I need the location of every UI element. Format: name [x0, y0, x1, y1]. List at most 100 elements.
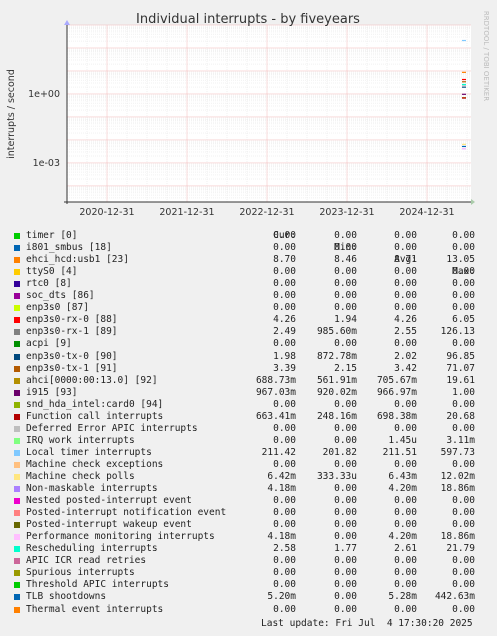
legend-cur-value: 0.00: [273, 398, 296, 410]
legend-label: Rescheduling interrupts: [26, 543, 158, 555]
legend-max-value: 0.00: [452, 278, 475, 290]
legend-item: ahci[0000:00:13.0] [92] 688.73m 561.91m 705…: [0, 375, 497, 387]
legend-max-value: 0.00: [452, 338, 475, 350]
legend-swatch: [14, 341, 20, 348]
legend-label: i801_smbus [18]: [26, 242, 112, 254]
legend-label: Nested posted-interrupt event: [26, 495, 192, 507]
legend-swatch: [14, 461, 20, 468]
legend-item: ttyS0 [4] 0.00 0.00 0.00 0.00: [0, 266, 497, 278]
x-tick-label: 2021-12-31: [159, 207, 214, 218]
x-tick-label: 2020-12-31: [79, 207, 134, 218]
legend-cur-value: 2.49: [273, 326, 296, 338]
legend-max-value: 126.13: [440, 326, 475, 338]
legend-label: Local timer interrupts: [26, 446, 152, 458]
legend-item: soc_dts [86] 0.00 0.00 0.00 0.00: [0, 290, 497, 302]
legend-cur-value: 0.00: [273, 302, 296, 314]
x-tick-label: 2022-12-31: [239, 207, 294, 218]
legend-item: i801_smbus [18] 0.00 0.00 0.00 0.00: [0, 242, 497, 254]
legend-cur-value: 0.00: [273, 242, 296, 254]
legend-item: IRQ work interrupts 0.00 0.00 1.45u 3.11m: [0, 435, 497, 447]
legend-item: Spurious interrupts 0.00 0.00 0.00 0.00: [0, 567, 497, 579]
legend-table: Cur: Min: Avg: Max: timer [0] 0.00 0.00 0.0…: [0, 218, 497, 616]
legend-label: ahci[0000:00:13.0] [92]: [26, 374, 158, 386]
legend-label: Posted-interrupt notification event: [26, 507, 227, 519]
legend-label: Threshold APIC interrupts: [26, 579, 169, 591]
legend-item: APIC ICR read retries 0.00 0.00 0.00 0.00: [0, 555, 497, 567]
legend-max-value: 18.86m: [440, 483, 475, 495]
legend-cur-value: 5.20m: [267, 591, 296, 603]
legend-item: enp3s0-rx-1 [89] 2.49 985.60m 2.55 126.13: [0, 326, 497, 338]
legend-swatch: [14, 522, 20, 529]
legend-swatch: [14, 558, 20, 565]
legend-label: Posted-interrupt wakeup event: [26, 519, 192, 531]
legend-swatch: [14, 365, 20, 372]
legend-cur-value: 0.00: [273, 266, 296, 278]
y-tick-label: 1e-03: [33, 158, 60, 169]
legend-swatch: [14, 257, 20, 264]
legend-item: enp3s0-tx-0 [90] 1.98 872.78m 2.02 96.85: [0, 351, 497, 363]
chart: 2020-12-31 2021-12-31 2022-12-31 2023-12-31…: [6, 11, 490, 218]
legend-swatch: [14, 377, 20, 384]
legend-item: enp3s0-rx-0 [88] 4.26 1.94 4.26 6.05: [0, 314, 497, 326]
legend-label: enp3s0-rx-1 [89]: [26, 326, 118, 338]
legend-cur-value: 688.73m: [255, 374, 296, 386]
legend-label: Non-maskable interrupts: [26, 483, 158, 495]
chart-title: Individual interrupts - by fiveyears: [136, 12, 360, 27]
legend-header: Cur: Min: Avg: Max:: [0, 218, 497, 277]
legend-label: TLB shootdowns: [26, 591, 107, 603]
legend-label: timer [0]: [26, 230, 78, 242]
legend-max-value: 0.00: [452, 555, 475, 567]
legend-item: enp3s0 [87] 0.00 0.00 0.00 0.00: [0, 302, 497, 314]
legend-swatch: [14, 293, 20, 300]
legend-swatch: [14, 425, 20, 432]
legend-cur-value: 0.00: [273, 230, 296, 242]
legend-max-value: 0.00: [452, 519, 475, 531]
legend-label: ehci_hcd:usb1 [23]: [26, 254, 129, 266]
legend-item: Non-maskable interrupts 4.18m 0.00 4.20m 18.…: [0, 483, 497, 495]
legend-max-value: 13.05: [446, 254, 475, 266]
legend-item: Machine check polls 6.42m 333.33u 6.43m 12.0…: [0, 471, 497, 483]
legend-label: Machine check polls: [26, 470, 135, 482]
legend-item: Function call interrupts 663.41m 248.16m 69…: [0, 411, 497, 423]
legend-item: Machine check exceptions 0.00 0.00 0.00 0.00: [0, 459, 497, 471]
legend-cur-value: 8.70: [273, 254, 296, 266]
legend-max-value: 0.00: [452, 422, 475, 434]
legend-swatch: [14, 353, 20, 360]
legend-cur-value: 6.42m: [267, 470, 296, 482]
legend-item: i915 [93] 967.03m 920.02m 966.97m 1.00: [0, 387, 497, 399]
legend-item: Deferred Error APIC interrupts 0.00 0.00 0.…: [0, 423, 497, 435]
legend-swatch: [14, 510, 20, 517]
legend-cur-value: 0.00: [273, 290, 296, 302]
legend-swatch: [14, 245, 20, 252]
legend-max-value: 0.00: [452, 579, 475, 591]
legend-label: IRQ work interrupts: [26, 434, 135, 446]
legend-max-value: 21.79: [446, 543, 475, 555]
legend-label: Machine check exceptions: [26, 458, 164, 470]
legend-swatch: [14, 401, 20, 408]
legend-label: Deferred Error APIC interrupts: [26, 422, 198, 434]
legend-max-value: 0.00: [452, 603, 475, 615]
legend-cur-value: 0.00: [273, 434, 296, 446]
legend-swatch: [14, 606, 20, 613]
legend-max-value: 1.00: [452, 386, 475, 398]
legend-cur-value: 0.00: [273, 567, 296, 579]
legend-cur-value: 0.00: [273, 422, 296, 434]
legend-cur-value: 663.41m: [255, 410, 296, 422]
legend-cur-value: 0.00: [273, 555, 296, 567]
legend-swatch: [14, 437, 20, 444]
legend-swatch: [14, 582, 20, 589]
legend-max-value: 0.00: [452, 290, 475, 302]
legend-item: Nested posted-interrupt event 0.00 0.00 0.0…: [0, 495, 497, 507]
legend-label: Performance monitoring interrupts: [26, 531, 215, 543]
legend-swatch: [14, 486, 20, 493]
legend-max-value: 71.07: [446, 362, 475, 374]
legend-max-value: 0.00: [452, 398, 475, 410]
legend-cur-value: 211.42: [261, 446, 296, 458]
legend-swatch: [14, 281, 20, 288]
x-tick-label: 2023-12-31: [319, 207, 374, 218]
legend-label: enp3s0-tx-0 [90]: [26, 350, 118, 362]
legend-item: ehci_hcd:usb1 [23] 8.70 8.46 8.71 13.05: [0, 254, 497, 266]
legend-label: Function call interrupts: [26, 410, 164, 422]
legend-cur-value: 4.18m: [267, 531, 296, 543]
legend-max-value: 96.85: [446, 350, 475, 362]
